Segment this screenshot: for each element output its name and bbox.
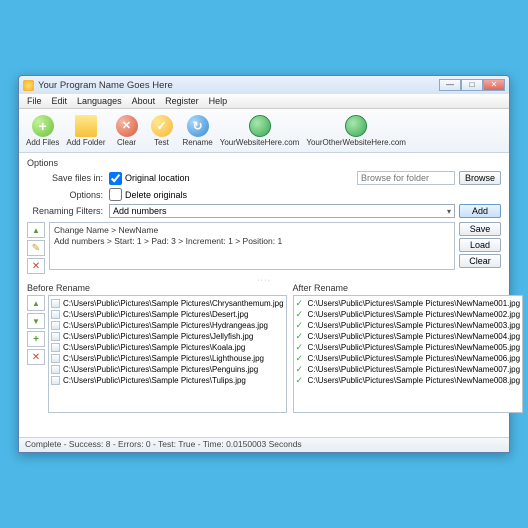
- toolbar-add-folder[interactable]: Add Folder: [63, 114, 108, 148]
- check-icon: [296, 343, 305, 352]
- delete-originals-checkbox[interactable]: [109, 188, 122, 201]
- list-item: C:\Users\Public\Pictures\Sample Pictures…: [296, 331, 521, 342]
- globe-icon: [345, 115, 367, 137]
- delete-originals-label: Delete originals: [125, 190, 187, 200]
- toolbar-yourotherwebsitehere-com[interactable]: YourOtherWebsiteHere.com: [303, 114, 409, 148]
- list-item: C:\Users\Public\Pictures\Sample Pictures…: [296, 309, 521, 320]
- after-list[interactable]: C:\Users\Public\Pictures\Sample Pictures…: [293, 295, 524, 413]
- menubar: FileEditLanguagesAboutRegisterHelp: [19, 94, 509, 109]
- toolbar-test[interactable]: Test: [145, 114, 179, 148]
- menu-item-help[interactable]: Help: [204, 96, 233, 106]
- menu-item-languages[interactable]: Languages: [72, 96, 127, 106]
- test-icon: [151, 115, 173, 137]
- toolbar-rename[interactable]: Rename: [180, 114, 216, 148]
- list-item: C:\Users\Public\Pictures\Sample Pictures…: [296, 375, 521, 386]
- list-item[interactable]: C:\Users\Public\Pictures\Sample Pictures…: [51, 353, 284, 364]
- rule-line[interactable]: Add numbers > Start: 1 > Pad: 3 > Increm…: [54, 236, 450, 247]
- folder-icon: [75, 115, 97, 137]
- file-icon: [51, 310, 60, 319]
- add-icon: [32, 115, 54, 137]
- clear-icon: [116, 115, 138, 137]
- original-location-label: Original location: [125, 173, 190, 183]
- file-icon: [51, 354, 60, 363]
- close-button[interactable]: ✕: [483, 79, 505, 91]
- load-rules-button[interactable]: Load: [459, 238, 501, 252]
- before-down-button[interactable]: [27, 313, 45, 329]
- toolbar-yourwebsitehere-com[interactable]: YourWebsiteHere.com: [217, 114, 303, 148]
- menu-item-edit[interactable]: Edit: [47, 96, 73, 106]
- save-label: Save files in:: [27, 173, 109, 183]
- before-label: Before Rename: [27, 283, 287, 293]
- options-label: Options: [27, 158, 501, 168]
- file-icon: [51, 365, 60, 374]
- add-filter-button[interactable]: Add: [459, 204, 501, 218]
- globe-icon: [249, 115, 271, 137]
- list-item: C:\Users\Public\Pictures\Sample Pictures…: [296, 364, 521, 375]
- before-add-button[interactable]: [27, 331, 45, 347]
- rule-edit-button[interactable]: [27, 240, 45, 256]
- maximize-button[interactable]: □: [461, 79, 483, 91]
- list-item[interactable]: C:\Users\Public\Pictures\Sample Pictures…: [51, 309, 284, 320]
- check-icon: [296, 310, 305, 319]
- check-icon: [296, 376, 305, 385]
- titlebar[interactable]: Your Program Name Goes Here — □ ✕: [19, 76, 509, 94]
- list-item[interactable]: C:\Users\Public\Pictures\Sample Pictures…: [51, 331, 284, 342]
- options-sublabel: Options:: [27, 190, 109, 200]
- list-item[interactable]: C:\Users\Public\Pictures\Sample Pictures…: [51, 375, 284, 386]
- rename-icon: [187, 115, 209, 137]
- list-item[interactable]: C:\Users\Public\Pictures\Sample Pictures…: [51, 320, 284, 331]
- rule-delete-button[interactable]: [27, 258, 45, 274]
- check-icon: [296, 365, 305, 374]
- clear-rules-button[interactable]: Clear: [459, 254, 501, 268]
- window-title: Your Program Name Goes Here: [38, 80, 173, 91]
- check-icon: [296, 354, 305, 363]
- app-icon: [23, 80, 34, 91]
- browse-button[interactable]: Browse: [459, 171, 501, 185]
- rule-line[interactable]: Change Name > NewName: [54, 225, 450, 236]
- before-remove-button[interactable]: [27, 349, 45, 365]
- list-item[interactable]: C:\Users\Public\Pictures\Sample Pictures…: [51, 298, 284, 309]
- menu-item-about[interactable]: About: [127, 96, 161, 106]
- file-icon: [51, 299, 60, 308]
- list-item: C:\Users\Public\Pictures\Sample Pictures…: [296, 320, 521, 331]
- app-window: Your Program Name Goes Here — □ ✕ FileEd…: [18, 75, 510, 453]
- toolbar: Add FilesAdd FolderClearTestRenameYourWe…: [19, 109, 509, 153]
- check-icon: [296, 332, 305, 341]
- list-item: C:\Users\Public\Pictures\Sample Pictures…: [296, 353, 521, 364]
- menu-item-register[interactable]: Register: [160, 96, 204, 106]
- file-icon: [51, 343, 60, 352]
- menu-item-file[interactable]: File: [22, 96, 47, 106]
- list-item: C:\Users\Public\Pictures\Sample Pictures…: [296, 342, 521, 353]
- after-label: After Rename: [293, 283, 524, 293]
- list-item[interactable]: C:\Users\Public\Pictures\Sample Pictures…: [51, 364, 284, 375]
- rules-list[interactable]: Change Name > NewNameAdd numbers > Start…: [49, 222, 455, 270]
- before-up-button[interactable]: [27, 295, 45, 311]
- file-icon: [51, 332, 60, 341]
- status-bar: Complete - Success: 8 - Errors: 0 - Test…: [19, 437, 509, 452]
- check-icon: [296, 321, 305, 330]
- check-icon: [296, 299, 305, 308]
- rule-up-button[interactable]: [27, 222, 45, 238]
- file-icon: [51, 321, 60, 330]
- filter-select[interactable]: Add numbers: [109, 204, 455, 218]
- list-item[interactable]: C:\Users\Public\Pictures\Sample Pictures…: [51, 342, 284, 353]
- file-icon: [51, 376, 60, 385]
- save-rules-button[interactable]: Save: [459, 222, 501, 236]
- browse-folder-input[interactable]: [357, 171, 455, 185]
- filter-label: Renaming Filters:: [27, 206, 109, 216]
- toolbar-add-files[interactable]: Add Files: [23, 114, 62, 148]
- minimize-button[interactable]: —: [439, 79, 461, 91]
- original-location-checkbox[interactable]: [109, 172, 122, 185]
- list-item: C:\Users\Public\Pictures\Sample Pictures…: [296, 298, 521, 309]
- before-list[interactable]: C:\Users\Public\Pictures\Sample Pictures…: [48, 295, 287, 413]
- toolbar-clear[interactable]: Clear: [110, 114, 144, 148]
